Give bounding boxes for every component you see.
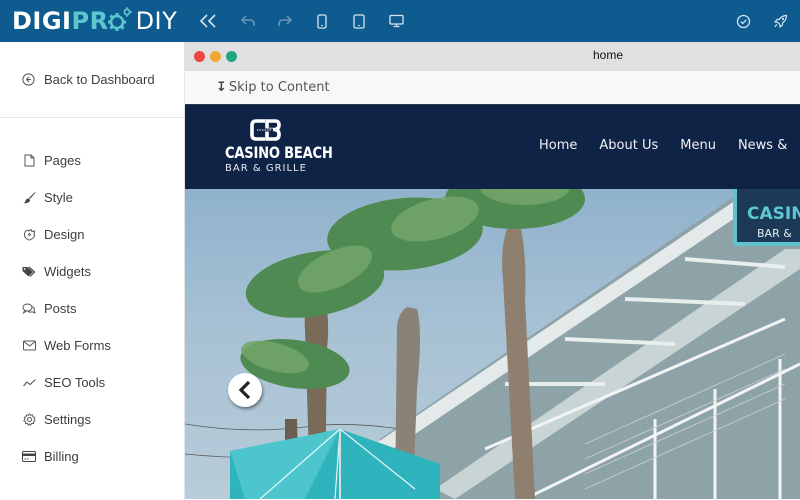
site-nav-home[interactable]: Home (539, 138, 577, 153)
double-chevron-left-icon (199, 14, 216, 28)
arrow-down-icon: ↧ (216, 80, 227, 95)
mobile-view-button[interactable] (310, 9, 334, 33)
logo-gear-icon (107, 7, 132, 31)
undo-button[interactable] (236, 9, 260, 33)
redo-icon (278, 15, 293, 26)
sidebar-item-label: SEO Tools (44, 375, 106, 390)
sidebar-divider (0, 117, 185, 118)
site-nav-menu[interactable]: Menu (680, 138, 716, 153)
rocket-icon (773, 14, 787, 28)
window-minimize-dot[interactable] (210, 51, 221, 62)
brush-icon (23, 192, 35, 204)
window-title-bar: home (185, 42, 800, 71)
back-to-dashboard-label: Back to Dashboard (44, 72, 155, 87)
sidebar-item-posts[interactable]: Posts (22, 290, 111, 327)
slider-prev-button[interactable] (228, 373, 262, 407)
logo-text-digi: DIGI (12, 7, 72, 35)
sidebar-item-label: Posts (44, 301, 77, 316)
sidebar-item-style[interactable]: Style (22, 179, 111, 216)
logo-text-pro: PR (71, 7, 109, 35)
digipro-logo: DIGI PR DIY (12, 6, 177, 36)
back-to-dashboard-link[interactable]: Back to Dashboard (22, 72, 155, 87)
window-title: home (593, 48, 624, 62)
site-nav-news[interactable]: News & (738, 138, 787, 153)
sign-text-casino: CASINO (747, 204, 800, 224)
check-status-button[interactable] (731, 9, 755, 33)
tablet-view-button[interactable] (347, 9, 371, 33)
sidebar-nav: Pages Style Design Widgets Posts Web For… (22, 142, 111, 475)
site-header: CASINO BEACH BAR & GRILLE Home About Us … (185, 105, 800, 189)
sidebar-item-billing[interactable]: Billing (22, 438, 111, 475)
brand-subtitle: BAR & GRILLE (225, 163, 307, 174)
logo-text-diy: DIY (135, 7, 178, 35)
sidebar-item-widgets[interactable]: Widgets (22, 253, 111, 290)
skip-bar: ↧ Skip to Content (185, 71, 800, 105)
sidebar-item-label: Widgets (44, 264, 91, 279)
chevron-left-icon (238, 380, 251, 400)
sidebar-item-web-forms[interactable]: Web Forms (22, 327, 111, 364)
desktop-icon (388, 14, 404, 28)
page-icon (24, 154, 34, 167)
sidebar-item-label: Billing (44, 449, 79, 464)
publish-button[interactable] (768, 9, 792, 33)
check-circle-icon (736, 14, 750, 28)
preview-window: home ↧ Skip to Content CASINO BEACH BAR … (185, 42, 800, 500)
trend-icon (22, 378, 36, 386)
sidebar-item-label: Settings (44, 412, 91, 427)
mobile-icon (317, 13, 327, 29)
credit-card-icon (22, 451, 36, 462)
redo-button[interactable] (273, 9, 297, 33)
brand-name: CASINO BEACH (225, 143, 333, 162)
top-toolbar: DIGI PR DIY (0, 0, 800, 42)
cb-monogram-icon (250, 119, 281, 141)
gear-icon (22, 413, 36, 426)
sidebar-item-label: Design (44, 227, 85, 242)
window-maximize-dot[interactable] (226, 51, 237, 62)
tablet-icon (353, 13, 365, 29)
sidebar-item-settings[interactable]: Settings (22, 401, 111, 438)
skip-to-content-label: Skip to Content (228, 80, 330, 95)
tags-icon (22, 266, 36, 277)
sidebar-item-design[interactable]: Design (22, 216, 111, 253)
skip-to-content-link[interactable]: ↧ Skip to Content (216, 80, 330, 95)
envelope-icon (22, 340, 36, 351)
sidebar-item-label: Style (44, 190, 73, 205)
sign-text-bar: BAR & (757, 227, 792, 240)
sidebar-item-seo-tools[interactable]: SEO Tools (22, 364, 111, 401)
sidebar-item-label: Web Forms (44, 338, 111, 353)
arrow-circle-left-icon (22, 73, 35, 86)
design-icon (23, 228, 35, 241)
site-nav-about-us[interactable]: About Us (599, 138, 658, 153)
editor-sidebar: Back to Dashboard Pages Style Design Wid… (0, 42, 185, 500)
collapse-sidebar-button[interactable] (196, 9, 220, 33)
site-logo[interactable]: CASINO BEACH BAR & GRILLE (216, 119, 333, 174)
undo-icon (240, 15, 255, 26)
comments-icon (22, 303, 36, 314)
site-nav: Home About Us Menu News & (539, 138, 800, 153)
hero-image: CASINO BAR & (185, 189, 800, 499)
hero-slider: CASINO BAR & (185, 189, 800, 499)
window-close-dot[interactable] (194, 51, 205, 62)
desktop-view-button[interactable] (384, 9, 408, 33)
sidebar-item-label: Pages (44, 153, 81, 168)
sidebar-item-pages[interactable]: Pages (22, 142, 111, 179)
